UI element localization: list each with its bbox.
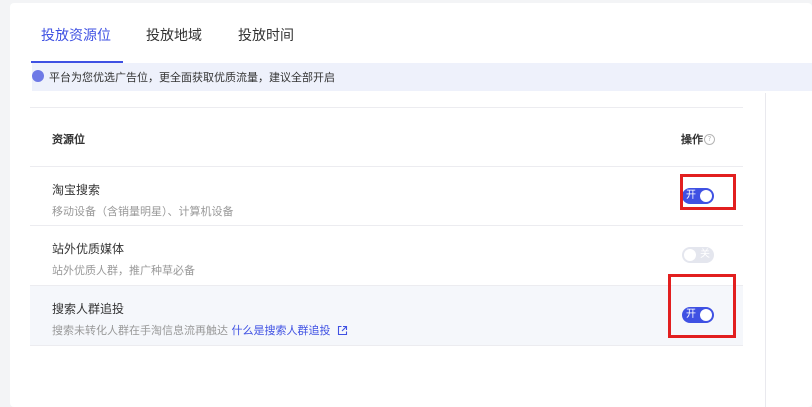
tab-bar: 投放资源位 投放地域 投放时间 bbox=[10, 3, 812, 63]
notice-bar: 平台为您优选广告位，更全面获取优质流量，建议全部开启 bbox=[32, 63, 812, 91]
toggle-label: 关 bbox=[700, 249, 710, 260]
column-header-action-label: 操作 bbox=[681, 133, 703, 146]
row-title: 搜索人群追投 bbox=[52, 302, 125, 316]
row-desc: 移动设备（含销量明星）、计算机设备 bbox=[52, 205, 234, 218]
learn-more-link[interactable]: 什么是搜索人群追投 bbox=[232, 324, 331, 337]
row-desc-text: 搜索未转化人群在手淘信息流再触达 bbox=[52, 324, 228, 337]
column-header-resource: 资源位 bbox=[52, 133, 85, 146]
tab-resource[interactable]: 投放资源位 bbox=[41, 25, 111, 45]
divider bbox=[765, 93, 766, 407]
help-icon[interactable]: ? bbox=[704, 134, 715, 145]
table-row-taobao-search: 淘宝搜索 移动设备（含销量明星）、计算机设备 开 bbox=[30, 167, 743, 226]
highlight-box bbox=[680, 174, 736, 210]
highlight-box bbox=[668, 274, 736, 338]
toggle-knob bbox=[684, 249, 696, 261]
row-title: 站外优质媒体 bbox=[52, 242, 125, 256]
table-row-offsite-media: 站外优质媒体 站外优质人群，推广种草必备 关 bbox=[30, 226, 743, 285]
row-title: 淘宝搜索 bbox=[52, 183, 101, 197]
external-link-icon[interactable] bbox=[337, 325, 348, 336]
row-desc: 搜索未转化人群在手淘信息流再触达 什么是搜索人群追投 bbox=[52, 322, 348, 338]
toggle-offsite-media[interactable]: 关 bbox=[682, 247, 714, 263]
divider bbox=[30, 345, 743, 346]
row-desc: 站外优质人群，推广种草必备 bbox=[52, 264, 195, 277]
tab-time[interactable]: 投放时间 bbox=[238, 25, 294, 45]
column-header-action: 操作 bbox=[681, 131, 703, 147]
divider bbox=[30, 107, 743, 108]
tab-region[interactable]: 投放地域 bbox=[146, 25, 202, 45]
notice-text: 平台为您优选广告位，更全面获取优质流量，建议全部开启 bbox=[49, 71, 335, 84]
info-dot-icon bbox=[32, 70, 44, 82]
table-row-search-retarget: 搜索人群追投 搜索未转化人群在手淘信息流再触达 什么是搜索人群追投 开 bbox=[30, 286, 743, 345]
